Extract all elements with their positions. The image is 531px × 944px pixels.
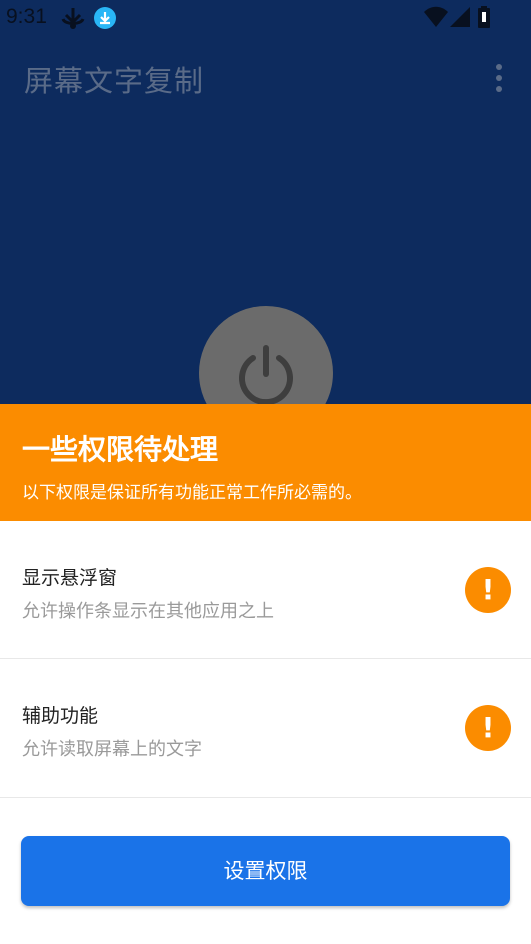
permission-title: 辅助功能 (22, 705, 99, 727)
battery-icon (477, 6, 491, 35)
permissions-sheet: 一些权限待处理 以下权限是保证所有功能正常工作所必需的。 显示悬浮窗 允许操作条… (0, 404, 531, 944)
sheet-header: 一些权限待处理 以下权限是保证所有功能正常工作所必需的。 (0, 404, 531, 521)
warning-icon: ! (465, 705, 511, 751)
permission-row-accessibility[interactable]: 辅助功能 允许读取屏幕上的文字 ! (0, 659, 531, 797)
status-bar: 9:31 (0, 0, 531, 36)
sheet-title: 一些权限待处理 (22, 433, 219, 466)
set-permissions-button[interactable]: 设置权限 (21, 836, 510, 906)
status-time: 9:31 (6, 5, 47, 28)
permission-row-overlay[interactable]: 显示悬浮窗 允许操作条显示在其他应用之上 ! (0, 521, 531, 659)
more-vert-icon[interactable] (492, 64, 506, 92)
sheet-subtitle: 以下权限是保证所有功能正常工作所必需的。 (22, 483, 362, 503)
permission-description: 允许操作条显示在其他应用之上 (22, 601, 274, 622)
warning-icon: ! (465, 567, 511, 613)
usb-debug-icon (60, 6, 86, 35)
divider (0, 797, 531, 798)
wifi-icon (424, 6, 448, 33)
download-icon (93, 6, 117, 35)
app-title: 屏幕文字复制 (24, 64, 205, 98)
signal-icon (450, 6, 470, 33)
permission-description: 允许读取屏幕上的文字 (22, 739, 202, 760)
permission-title: 显示悬浮窗 (22, 567, 118, 589)
